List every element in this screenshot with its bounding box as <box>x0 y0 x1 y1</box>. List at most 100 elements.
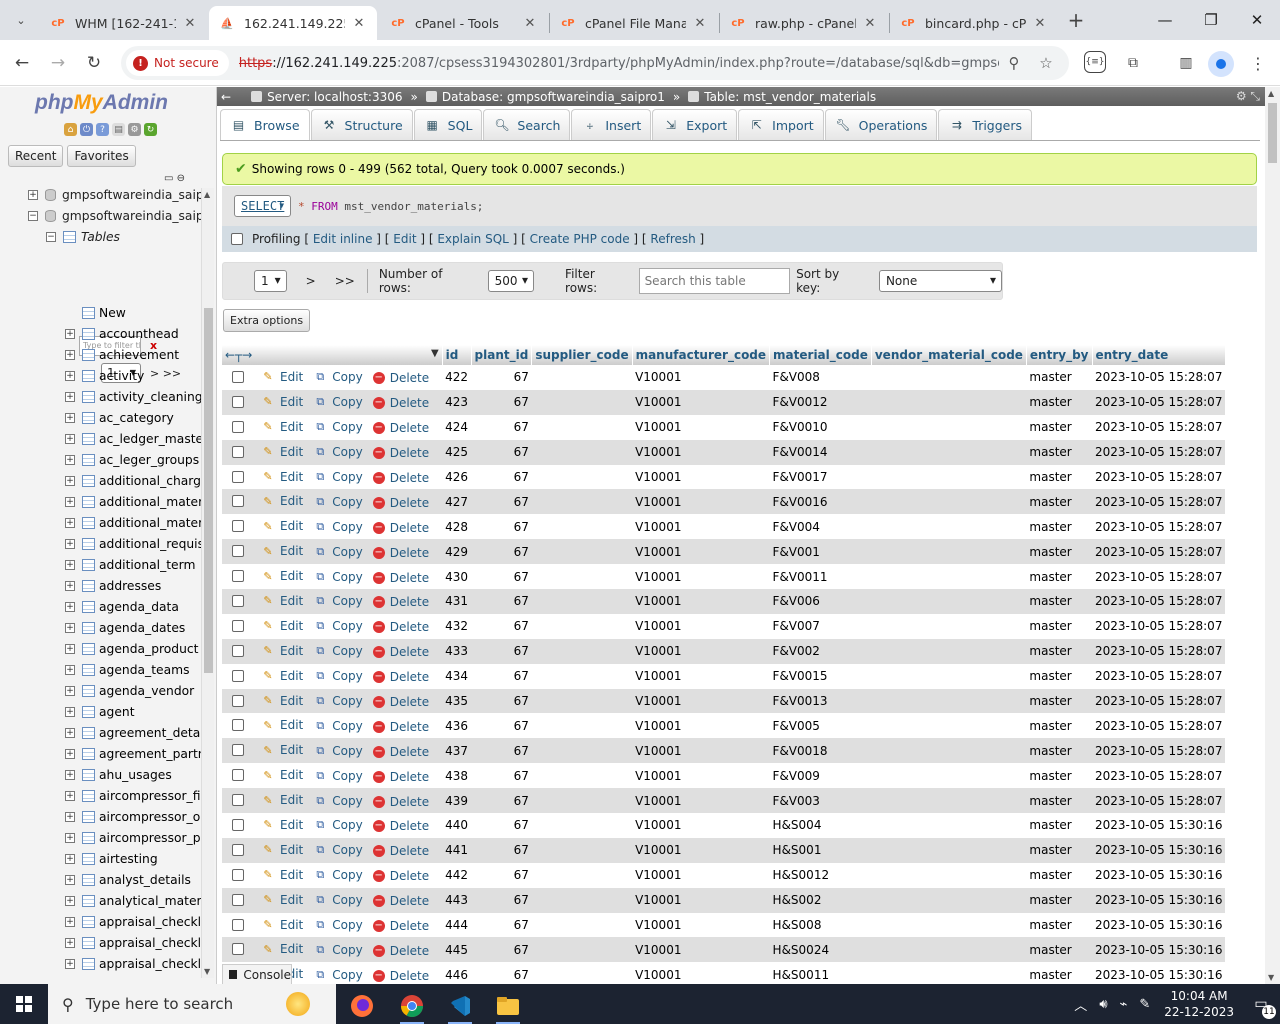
row-edit-button[interactable]: ✎Edit <box>261 793 303 807</box>
table-link[interactable]: aircompressor_filte <box>99 789 202 803</box>
table-cell[interactable]: 429 <box>442 539 472 565</box>
table-cell[interactable]: 2023-10-05 15:30:16 <box>1092 813 1226 838</box>
docs-icon[interactable]: ▤ <box>112 123 125 136</box>
table-cell[interactable]: master <box>1026 539 1092 565</box>
chrome-icon[interactable] <box>392 988 432 1024</box>
table-link[interactable]: analytical_material <box>99 894 202 908</box>
table-cell[interactable]: 2023-10-05 15:28:07 <box>1092 514 1226 540</box>
table-cell[interactable] <box>871 389 1027 415</box>
back-icon[interactable]: ← <box>8 49 36 77</box>
table-link[interactable]: agreement_details <box>99 726 202 740</box>
tree-table-item[interactable]: + agenda_product <box>0 639 202 660</box>
table-cell[interactable]: 67 <box>471 539 532 565</box>
table-cell[interactable] <box>871 414 1027 440</box>
collapse-icon[interactable]: − <box>28 211 38 221</box>
scroll-down-icon[interactable]: ▼ <box>204 967 210 976</box>
table-cell[interactable]: 2023-10-05 15:28:07 <box>1092 613 1226 639</box>
tab-close-icon[interactable]: ✕ <box>522 16 538 31</box>
table-cell[interactable] <box>871 638 1027 664</box>
close-window-icon[interactable]: ✕ <box>1234 0 1280 40</box>
column-header[interactable]: vendor_material_code <box>871 345 1027 365</box>
table-cell[interactable]: 67 <box>471 389 532 415</box>
table-cell[interactable]: F&V0010 <box>769 414 872 440</box>
table-link[interactable]: ac_category <box>99 411 174 425</box>
row-copy-button[interactable]: ⧉ Copy <box>313 744 362 758</box>
row-delete-button[interactable]: − Delete <box>372 471 429 485</box>
table-cell[interactable]: V10001 <box>632 613 770 639</box>
table-link[interactable]: additional_charges <box>99 474 202 488</box>
table-cell[interactable]: V10001 <box>632 788 770 814</box>
table-cell[interactable] <box>531 962 633 984</box>
table-link[interactable]: ac_ledger_master <box>99 432 202 446</box>
row-delete-button[interactable]: − Delete <box>372 446 429 460</box>
scroll-down-icon[interactable]: ▼ <box>1268 973 1274 982</box>
row-checkbox[interactable] <box>232 495 244 508</box>
tree-table-item[interactable]: + additional_requisiti <box>0 534 202 555</box>
collapse-all-icon[interactable]: ▭ ⊖ <box>164 173 185 184</box>
table-cell[interactable]: 67 <box>471 414 532 440</box>
row-copy-button[interactable]: ⧉ Copy <box>313 868 362 882</box>
column-header[interactable]: plant_id <box>471 345 533 365</box>
table-cell[interactable]: F&V008 <box>769 365 872 390</box>
column-header[interactable]: manufacturer_code <box>632 345 771 365</box>
expand-icon[interactable]: + <box>65 896 75 906</box>
expand-icon[interactable]: + <box>65 791 75 801</box>
expand-icon[interactable]: + <box>65 749 75 759</box>
browser-tab[interactable]: cPraw.php - cPanel F✕ <box>720 6 888 40</box>
expand-icon[interactable]: + <box>65 623 75 633</box>
table-cell[interactable]: 67 <box>471 564 532 590</box>
browser-tab[interactable]: cPbincard.php - cPan✕ <box>890 6 1058 40</box>
table-cell[interactable] <box>871 788 1027 814</box>
expand-icon[interactable]: + <box>65 833 75 843</box>
explain-sql-link[interactable]: Explain SQL <box>437 232 509 246</box>
create-php-link[interactable]: Create PHP code <box>530 232 630 246</box>
row-checkbox[interactable] <box>232 818 244 831</box>
tab-operations[interactable]: 🔧︎ Operations <box>824 109 938 140</box>
expand-icon[interactable]: + <box>65 371 75 381</box>
table-cell[interactable]: 446 <box>442 962 472 984</box>
table-cell[interactable]: F&V005 <box>769 713 872 739</box>
table-cell[interactable]: master <box>1026 464 1092 490</box>
security-chip[interactable]: ! Not secure <box>126 50 229 76</box>
table-cell[interactable]: master <box>1026 738 1092 764</box>
tab-search-icon[interactable]: ⌄ <box>8 7 34 33</box>
tree-table-item[interactable]: + ahu_usages <box>0 765 202 786</box>
row-delete-button[interactable]: − Delete <box>372 496 429 510</box>
table-link[interactable]: appraisal_checklist <box>99 936 202 950</box>
row-checkbox[interactable] <box>232 594 244 607</box>
table-cell[interactable]: master <box>1026 663 1092 689</box>
row-copy-button[interactable]: ⧉ Copy <box>313 719 362 733</box>
table-link[interactable]: ac_leger_groups <box>99 453 199 467</box>
last-page-button[interactable]: >> <box>335 274 355 288</box>
table-cell[interactable]: V10001 <box>632 912 770 938</box>
tree-table-item[interactable]: + accounthead <box>0 324 202 345</box>
tree-table-item[interactable]: + activity <box>0 366 202 387</box>
tree-db-saipro[interactable]: + gmpsoftwareindia_saipro <box>0 185 202 206</box>
row-checkbox[interactable] <box>232 370 244 383</box>
tree-table-item[interactable]: + analytical_material <box>0 891 202 912</box>
row-edit-button[interactable]: ✎Edit <box>261 893 303 907</box>
tab-browse[interactable]: ▤ Browse <box>220 109 310 140</box>
row-checkbox[interactable] <box>232 943 244 956</box>
column-header[interactable]: supplier_code <box>531 345 633 365</box>
table-cell[interactable] <box>871 489 1027 515</box>
column-header[interactable]: material_code <box>769 345 872 365</box>
table-cell[interactable]: F&V0015 <box>769 663 872 689</box>
row-checkbox[interactable] <box>232 744 244 757</box>
row-delete-button[interactable]: − Delete <box>372 844 429 858</box>
start-button[interactable] <box>0 984 48 1024</box>
table-cell[interactable]: 67 <box>471 788 532 814</box>
table-cell[interactable]: H&S001 <box>769 837 872 863</box>
table-cell[interactable]: 2023-10-05 15:30:16 <box>1092 937 1226 963</box>
table-cell[interactable]: 67 <box>471 862 532 888</box>
table-cell[interactable] <box>531 663 633 689</box>
console-toggle[interactable]: Console <box>222 964 292 984</box>
firefox-icon[interactable] <box>342 988 382 1024</box>
table-cell[interactable] <box>531 464 633 490</box>
table-cell[interactable]: V10001 <box>632 813 770 838</box>
tree-table-item[interactable]: + aircompressor_filte <box>0 786 202 807</box>
table-cell[interactable] <box>531 837 633 863</box>
tree-table-item[interactable]: + appraisal_checklist <box>0 954 202 975</box>
row-delete-button[interactable]: − Delete <box>372 645 429 659</box>
table-cell[interactable]: H&S004 <box>769 813 872 838</box>
